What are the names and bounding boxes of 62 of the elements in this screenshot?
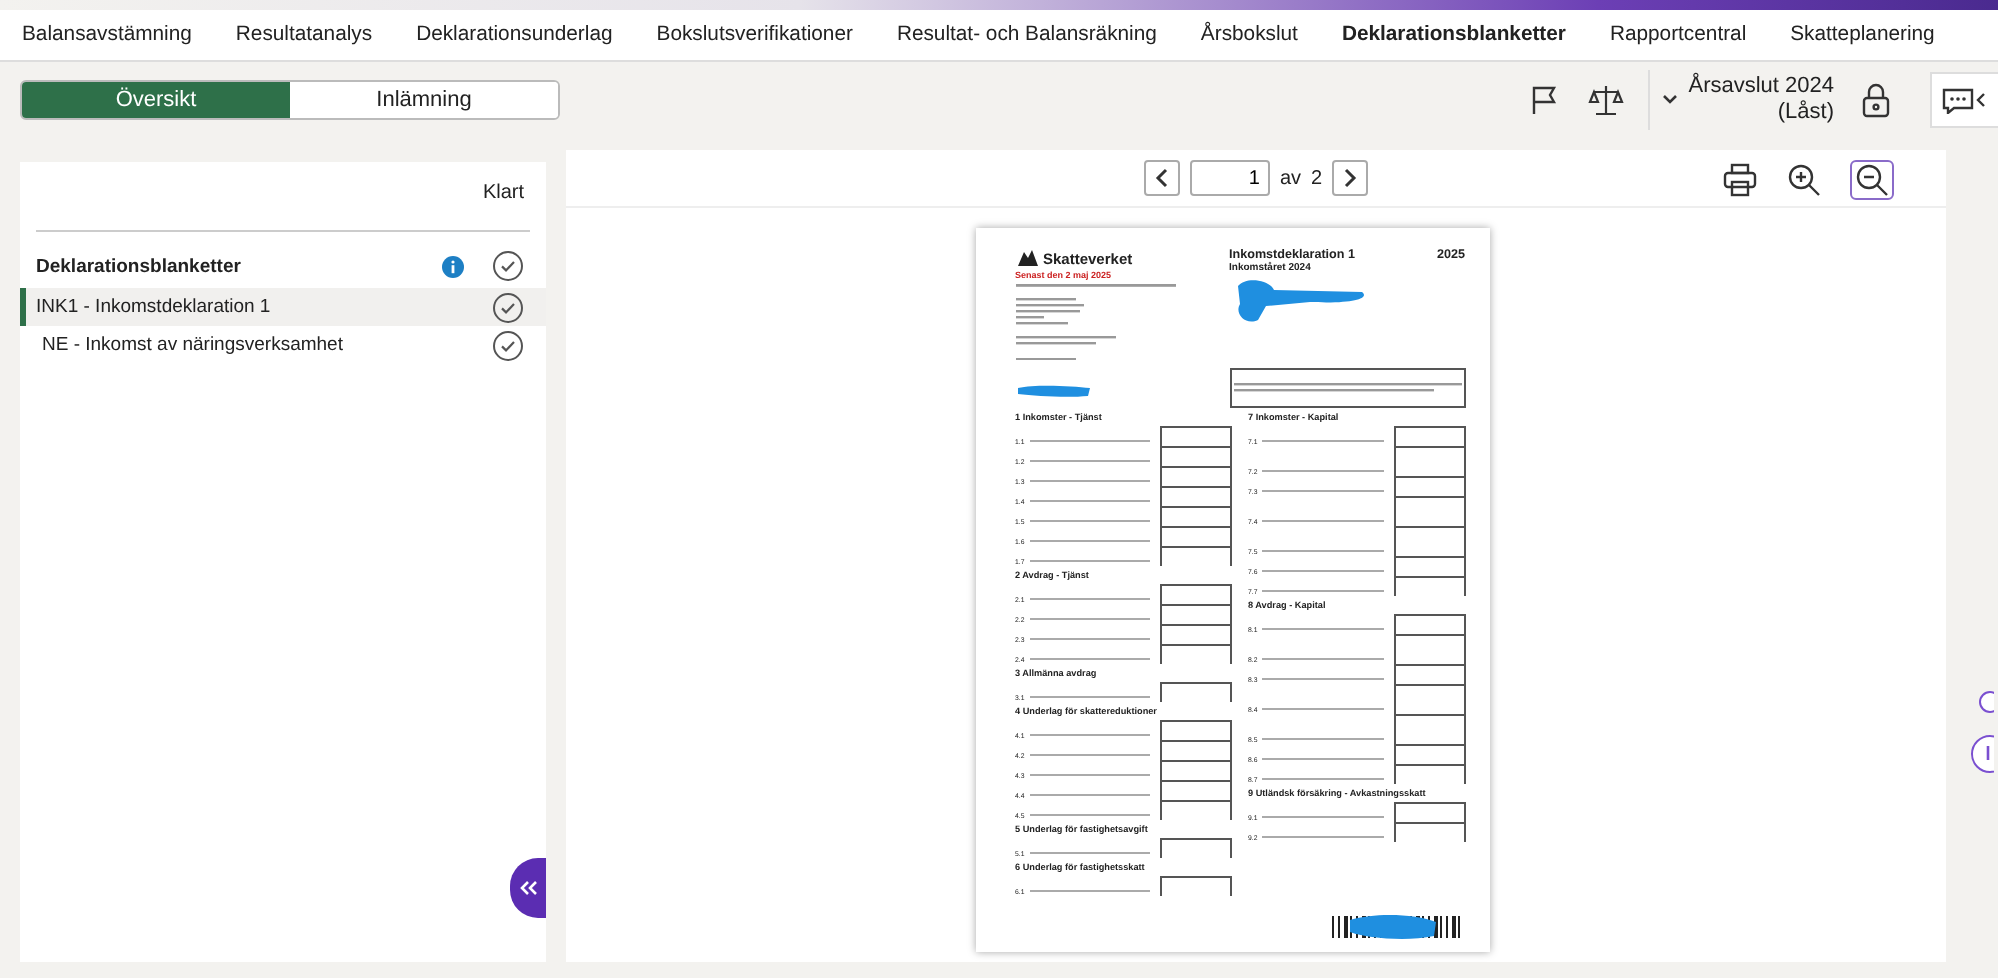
sidebar-item[interactable]: NE - Inkomst av näringsverksamhet [20,326,546,364]
sidebar-item[interactable]: INK1 - Inkomstdeklaration 1 [20,288,546,326]
amount-box [1393,764,1465,784]
amount-box [1160,838,1232,858]
info-icon [442,255,464,277]
amount-box [1160,644,1232,664]
amount-box [1160,760,1232,780]
chevron-down-icon [1662,94,1679,106]
amount-box [1160,876,1232,896]
nav-tab[interactable]: Deklarationsunderlag [394,24,635,46]
amount-box [1160,682,1232,702]
double-chevron-left-icon [518,878,538,898]
amount-box [1160,720,1232,740]
nav-tab[interactable]: Bokslutsverifikationer [634,24,875,46]
amount-box [1160,506,1232,526]
zoom-out-button[interactable] [1850,160,1894,200]
redaction-mark [1015,384,1091,398]
amount-box [1393,576,1465,596]
chat-button[interactable] [1930,72,1998,128]
amount-box [1160,740,1232,760]
nav-tab[interactable]: Rapportcentral [1587,24,1769,46]
nav-tab[interactable]: Deklarationsblanketter [1319,24,1588,46]
amount-box [1160,466,1232,486]
amount-box [1160,486,1232,506]
next-page-button[interactable] [1332,160,1369,196]
form-name: INK1 - Inkomstdeklaration 1 [36,296,271,318]
amount-box [1160,604,1232,624]
form-name: NE - Inkomst av näringsverksamhet [42,334,343,356]
amount-box [1160,584,1232,604]
amount-box [1160,624,1232,644]
page-number-field[interactable]: 1 [1189,160,1270,196]
amount-box [1160,780,1232,800]
amount-box [1160,446,1232,466]
nav-tab[interactable]: Resultat- och Balansräkning [874,24,1179,46]
page-of-label: av [1279,167,1301,189]
nav-tab[interactable]: Årsbokslut [1178,24,1320,46]
flag-icon[interactable] [1528,84,1561,116]
previous-page-button[interactable] [1143,160,1180,196]
segment-tab[interactable]: Översikt [22,82,290,118]
collapse-button[interactable] [510,858,546,918]
crest-logo-icon [1015,248,1039,268]
chat-icon [1939,86,1991,114]
nav-tab[interactable]: Skatteplanering [1768,24,1957,46]
amount-box [1160,800,1232,820]
nav-tab[interactable]: Resultatanalys [213,24,395,46]
amount-box [1160,546,1232,566]
page-total: 2 [1311,167,1323,189]
group-title: Deklarationsblanketter [36,255,243,277]
amount-box [1393,802,1465,822]
column-header: Klart [480,180,526,208]
nav-tab[interactable]: Balansavstämning [0,24,214,46]
zoom-out-icon [1854,162,1890,198]
print-icon[interactable] [1722,162,1758,198]
period-selector[interactable]: Årsavslut 2024 (Låst) [1662,74,1834,126]
lock-icon [1862,82,1890,118]
scale-icon[interactable] [1588,82,1625,118]
chevron-left-icon [1153,168,1170,188]
chevron-right-icon [1342,168,1359,188]
amount-box [1160,426,1232,446]
amount-box [1393,822,1465,842]
zoom-in-icon[interactable] [1786,162,1822,198]
amount-box [1160,526,1232,546]
